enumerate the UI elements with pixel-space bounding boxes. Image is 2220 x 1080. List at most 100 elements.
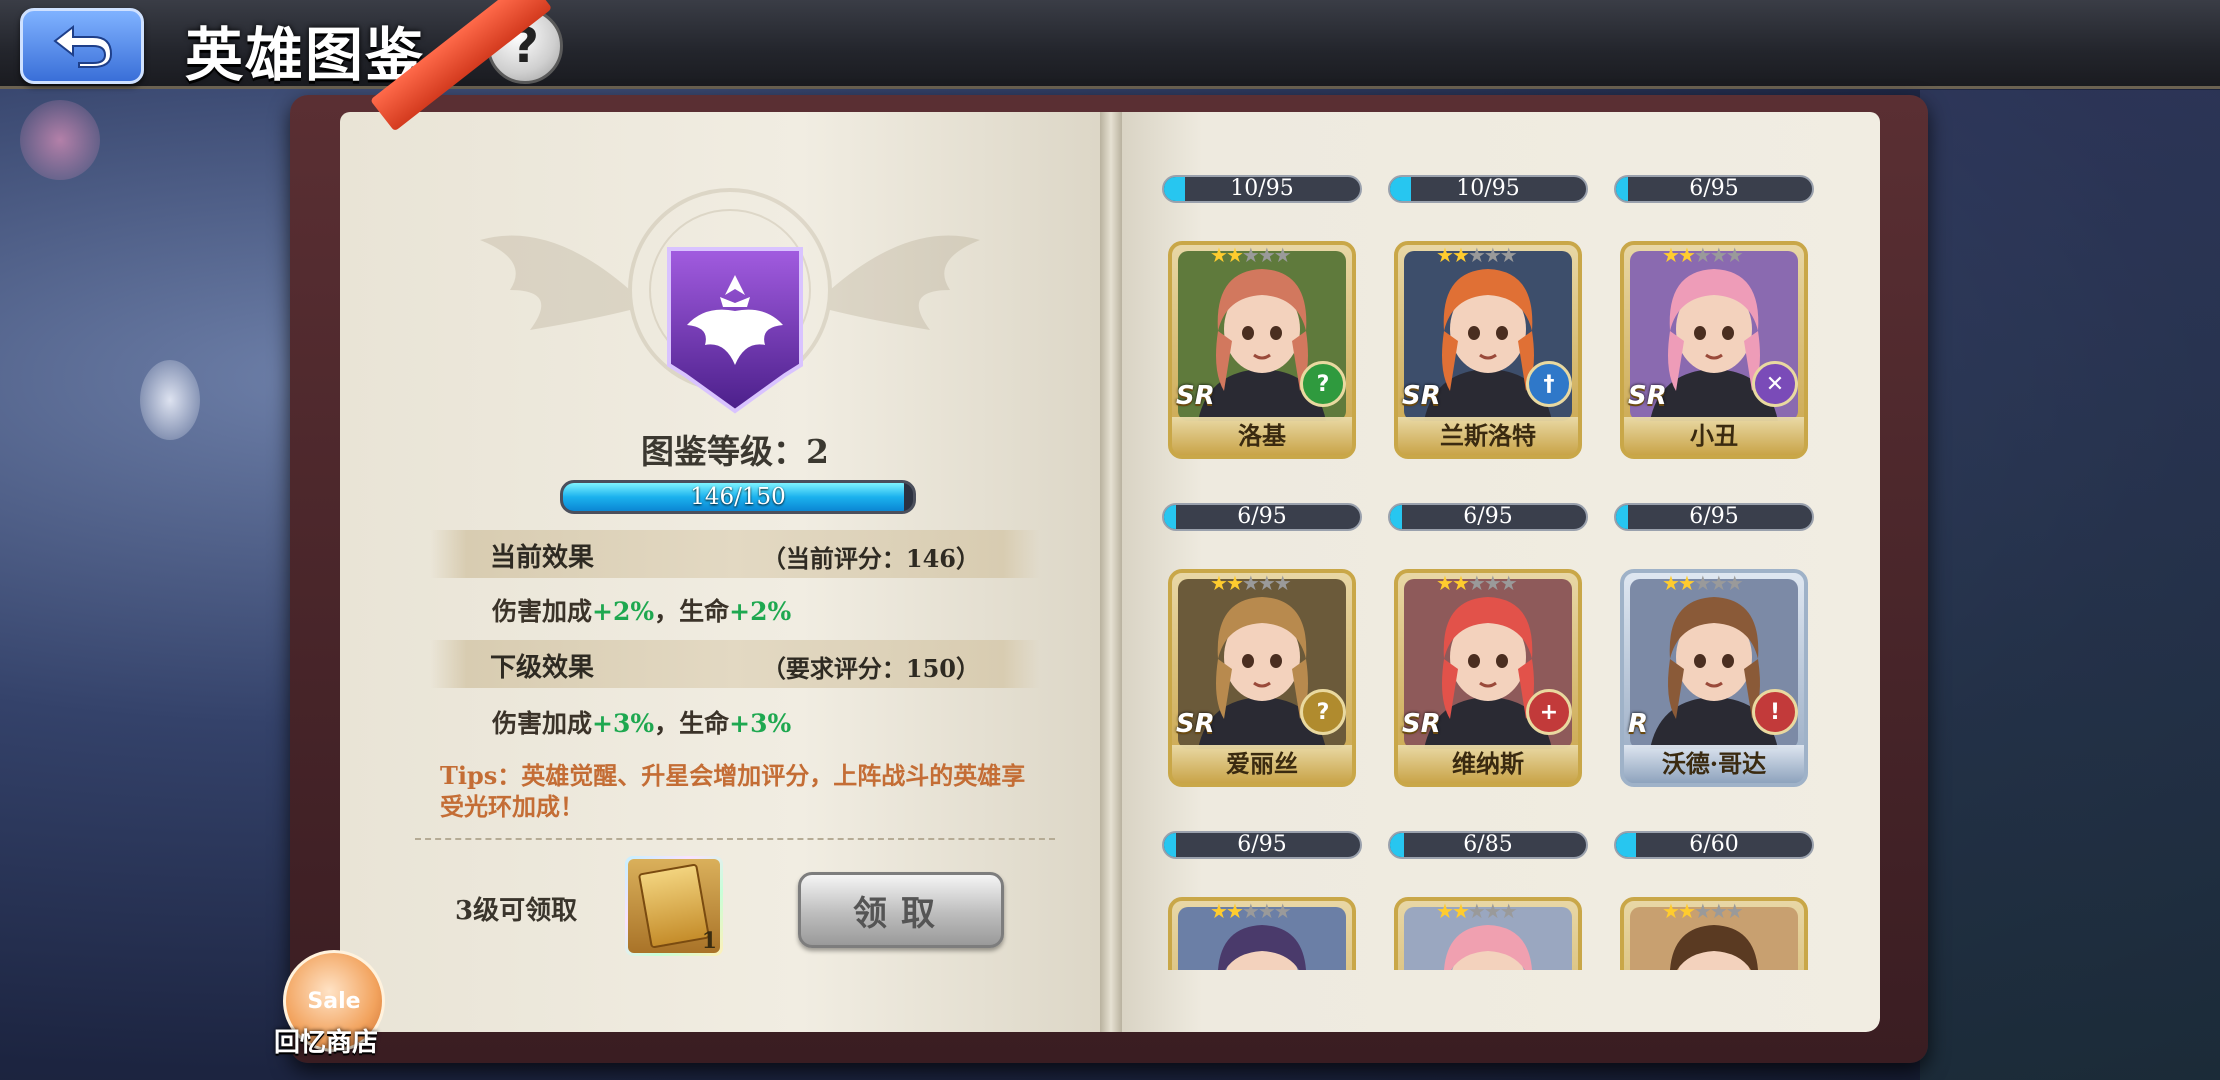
hero-card[interactable]: ★★★★★ SR ✕ 小丑 <box>1620 241 1808 459</box>
star-icon: ★ <box>1662 243 1680 267</box>
star-icon: ★ <box>1499 571 1518 595</box>
hp-label: ，生命 <box>654 597 730 626</box>
star-icon: ★ <box>1709 571 1728 595</box>
star-icon: ★ <box>1273 571 1292 595</box>
hero-card[interactable]: ★★★★★ R! 沃德·哥达 <box>1620 569 1808 787</box>
star-icon: ★ <box>1467 899 1486 923</box>
star-icon: ★ <box>1241 243 1260 267</box>
hero-progress-bar: 6/95 <box>1614 175 1814 203</box>
star-icon: ★ <box>1483 899 1502 923</box>
star-icon: ★ <box>1273 243 1292 267</box>
star-icon: ★ <box>1241 571 1260 595</box>
star-icon: ★ <box>1677 243 1696 267</box>
codex-progress-bar: 146/150 <box>560 480 916 514</box>
reward-level-label: 3级可领取 <box>455 896 578 926</box>
back-arrow-icon <box>53 24 113 68</box>
hero-progress-text: 6/85 <box>1463 832 1513 857</box>
hero-card[interactable]: ★★★★★ <box>1620 897 1808 970</box>
hero-progress-bar: 6/60 <box>1614 831 1814 859</box>
star-icon: ★ <box>1225 243 1244 267</box>
required-score: （要求评分：150） <box>761 654 980 683</box>
hero-stars: ★★★★★ <box>1662 899 1744 923</box>
hero-progress-text: 6/60 <box>1689 832 1739 857</box>
star-icon: ★ <box>1483 243 1502 267</box>
codex-crest-icon <box>667 247 803 414</box>
codex-progress-text: 146/150 <box>690 484 786 510</box>
current-effect-header: 当前效果 （当前评分：146） <box>430 530 1040 578</box>
crossed-swords-icon: ✕ <box>1752 361 1798 407</box>
dmg-value: +3% <box>592 709 655 738</box>
star-icon: ★ <box>1499 899 1518 923</box>
back-button[interactable] <box>20 8 144 84</box>
hero-stars: ★★★★★ <box>1210 571 1292 595</box>
divider <box>415 838 1055 840</box>
star-icon: ★ <box>1436 243 1454 267</box>
hero-rarity: SR <box>1176 709 1215 739</box>
current-effect-title: 当前效果 <box>490 543 595 573</box>
hero-name: 维纳斯 <box>1398 745 1578 783</box>
reward-item[interactable]: 1 <box>625 856 723 956</box>
star-icon: ★ <box>1709 899 1728 923</box>
hero-progress-bar: 6/95 <box>1388 503 1588 531</box>
star-icon: ★ <box>1499 243 1518 267</box>
star-icon: ★ <box>1483 571 1502 595</box>
star-icon: ★ <box>1257 899 1276 923</box>
hp-label: ，生命 <box>654 709 730 738</box>
star-icon: ★ <box>1436 899 1454 923</box>
background-lamp <box>140 360 200 440</box>
question-icon: ? <box>1300 361 1346 407</box>
star-icon: ★ <box>1693 571 1712 595</box>
hero-card[interactable]: ★★★★★ SR + 维纳斯 <box>1394 569 1582 787</box>
hero-progress-text: 6/95 <box>1237 832 1287 857</box>
hero-rarity: SR <box>1402 709 1441 739</box>
star-icon: ★ <box>1210 899 1228 923</box>
hero-rarity: R <box>1628 709 1649 739</box>
hero-progress-bar: 6/95 <box>1614 503 1814 531</box>
next-effect-title: 下级效果 <box>490 653 595 683</box>
hero-progress-text: 10/95 <box>1456 176 1520 201</box>
hero-name: 小丑 <box>1624 417 1804 455</box>
star-icon: ★ <box>1451 899 1470 923</box>
hero-rarity: SR <box>1628 381 1667 411</box>
star-icon: ★ <box>1257 243 1276 267</box>
dmg-label: 伤害加成 <box>492 597 593 626</box>
tips-text: Tips：英雄觉醒、升星会增加评分，上阵战斗的英雄享受光环加成！ <box>440 761 1026 821</box>
memory-shop-label: 回忆商店 <box>274 1028 379 1058</box>
current-effect-text: 伤害加成+2%，生命+2% <box>492 592 791 628</box>
star-icon: ★ <box>1677 571 1696 595</box>
star-icon: ★ <box>1225 571 1244 595</box>
hero-stars: ★★★★★ <box>1210 243 1292 267</box>
hero-stars: ★★★★★ <box>1436 243 1518 267</box>
hero-progress-text: 10/95 <box>1230 176 1294 201</box>
star-icon: ★ <box>1725 243 1744 267</box>
shield-icon: ! <box>1752 689 1798 735</box>
dmg-label: 伤害加成 <box>492 709 593 738</box>
top-bar: 英雄图鉴 ? <box>0 0 2220 89</box>
star-icon: ★ <box>1241 899 1260 923</box>
hero-card[interactable]: ★★★★★ SR? 洛基 <box>1168 241 1356 459</box>
claim-button[interactable]: 领取 <box>798 872 1004 948</box>
star-icon: ★ <box>1467 571 1486 595</box>
current-score: （当前评分：146） <box>761 544 980 573</box>
hero-progress-bar: 10/95 <box>1162 175 1362 203</box>
dmg-value: +2% <box>592 597 655 626</box>
star-icon: ★ <box>1225 899 1244 923</box>
star-icon: ★ <box>1210 243 1228 267</box>
star-icon: ★ <box>1725 571 1744 595</box>
hero-progress-bar: 6/85 <box>1388 831 1588 859</box>
hero-card[interactable]: ★★★★★ SR? 爱丽丝 <box>1168 569 1356 787</box>
hero-card[interactable]: ★★★★★ <box>1168 897 1356 970</box>
hero-stars: ★★★★★ <box>1662 243 1744 267</box>
book-spine <box>1100 112 1122 1032</box>
star-icon: ★ <box>1693 899 1712 923</box>
hero-card[interactable]: ★★★★★ SR † 兰斯洛特 <box>1394 241 1582 459</box>
hero-progress-text: 6/95 <box>1463 504 1513 529</box>
star-icon: ★ <box>1693 243 1712 267</box>
hero-card[interactable]: ★★★★★ <box>1394 897 1582 970</box>
star-icon: ★ <box>1467 243 1486 267</box>
hero-stars: ★★★★★ <box>1662 571 1744 595</box>
hero-name: 兰斯洛特 <box>1398 417 1578 455</box>
reward-count: 1 <box>701 928 717 954</box>
star-icon: ★ <box>1451 571 1470 595</box>
hero-stars: ★★★★★ <box>1210 899 1292 923</box>
